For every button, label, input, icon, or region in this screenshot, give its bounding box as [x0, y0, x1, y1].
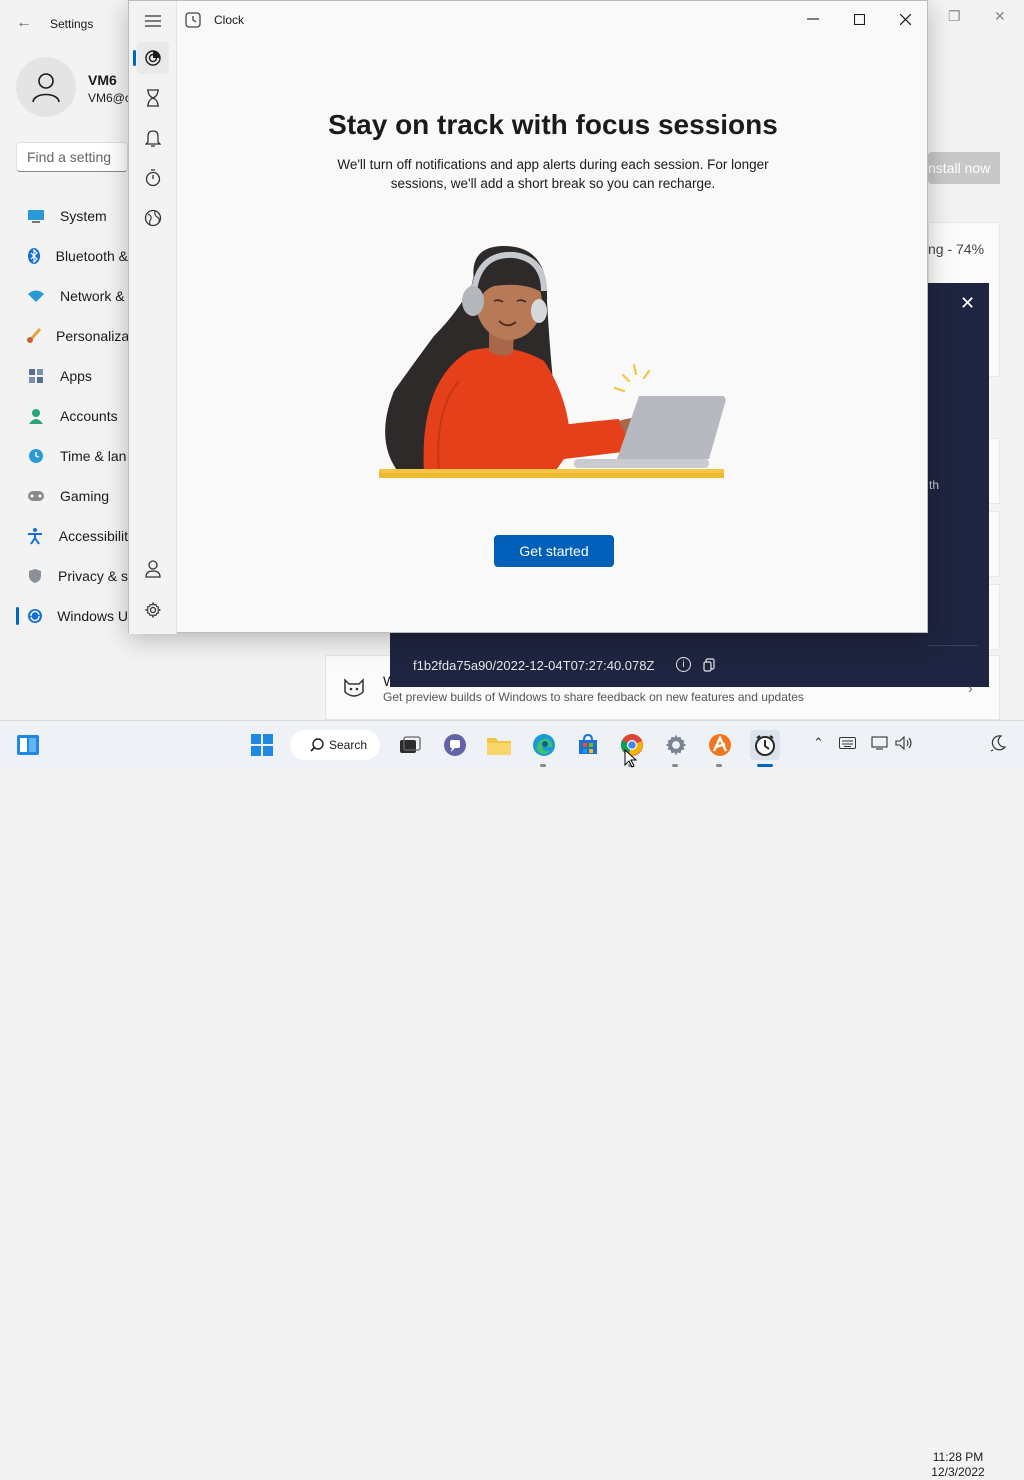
- account-icon[interactable]: [137, 553, 169, 585]
- insider-description: Get preview builds of Windows to share f…: [383, 690, 804, 704]
- controller-icon: [26, 486, 46, 506]
- nav-label: Accounts: [60, 408, 118, 424]
- running-indicator: [540, 764, 546, 767]
- teams-chat-icon[interactable]: [441, 731, 469, 759]
- copy-icon[interactable]: [703, 658, 715, 672]
- volume-icon[interactable]: [895, 735, 913, 753]
- avatar[interactable]: [16, 57, 76, 117]
- date-text: 12/3/2022: [931, 1465, 985, 1479]
- focus-illustration: [379, 246, 726, 478]
- focus-moon-icon[interactable]: [990, 734, 1007, 755]
- minimize-icon[interactable]: [798, 9, 828, 29]
- taskbar-clock[interactable]: 11:28 PM 12/3/2022: [928, 1450, 988, 1480]
- window-title: Clock: [214, 13, 245, 27]
- back-arrow-icon[interactable]: ←: [16, 14, 32, 32]
- running-indicator: [716, 764, 722, 767]
- chevron-up-icon[interactable]: ⌃: [813, 735, 824, 751]
- time-language-icon: [26, 446, 46, 466]
- nav-item-network[interactable]: Network &: [16, 276, 128, 316]
- insider-cat-icon: [343, 678, 365, 703]
- install-now-button[interactable]: nstall now: [928, 152, 1000, 184]
- nav-label: Gaming: [60, 488, 110, 504]
- nav-label: Accessibilit: [58, 528, 128, 544]
- user-name: VM6: [88, 72, 117, 88]
- nav-item-personalization[interactable]: Personaliza: [16, 316, 128, 356]
- settings-nav: System Bluetooth & Network & Personaliza…: [16, 196, 128, 636]
- taskbar-search[interactable]: Search: [290, 730, 380, 760]
- accounts-icon: [26, 406, 46, 426]
- info-icon[interactable]: i: [676, 657, 691, 672]
- network-icon[interactable]: [871, 736, 888, 753]
- download-progress: ng - 74%: [928, 241, 985, 257]
- nav-item-system[interactable]: System: [16, 196, 128, 236]
- brush-icon: [26, 326, 42, 346]
- settings-icon[interactable]: [137, 594, 169, 626]
- restore-icon[interactable]: ❐: [948, 8, 961, 25]
- focus-sessions-icon[interactable]: [133, 42, 169, 74]
- apps-icon: [26, 366, 46, 386]
- bluetooth-icon: [26, 246, 42, 266]
- close-icon[interactable]: ✕: [994, 8, 1006, 25]
- nav-label: Windows U: [57, 608, 128, 624]
- close-icon[interactable]: ✕: [960, 293, 975, 314]
- start-icon[interactable]: [248, 731, 276, 759]
- store-icon[interactable]: [574, 731, 602, 759]
- taskbar: Search ⌃ 11:28 PM 12/3/2022: [0, 720, 1024, 1479]
- nav-item-windows-update[interactable]: Windows U: [16, 596, 128, 636]
- file-explorer-icon[interactable]: [485, 731, 513, 759]
- clock-app-icon[interactable]: [750, 730, 780, 760]
- search-icon: [310, 738, 324, 752]
- nav-item-accessibility[interactable]: Accessibilit: [16, 516, 128, 556]
- nav-label: Network &: [60, 288, 125, 304]
- nav-item-apps[interactable]: Apps: [16, 356, 128, 396]
- close-icon[interactable]: [890, 9, 920, 29]
- nav-item-privacy[interactable]: Privacy & s: [16, 556, 128, 596]
- windows-update-icon: [26, 606, 43, 626]
- mouse-cursor-icon: [624, 749, 638, 768]
- edge-icon[interactable]: [530, 731, 558, 759]
- shield-icon: [26, 566, 44, 586]
- hamburger-menu-icon[interactable]: [137, 5, 169, 37]
- nav-label: Personaliza: [56, 328, 128, 344]
- settings-title: Settings: [50, 17, 94, 31]
- task-view-icon[interactable]: [396, 731, 424, 759]
- find-setting-input[interactable]: Find a setting: [16, 142, 128, 172]
- session-id: f1b2fda75a90/2022-12-04T07:27:40.078Z: [413, 658, 655, 673]
- person-icon: [32, 73, 60, 103]
- nav-label: System: [60, 208, 107, 224]
- nav-item-bluetooth[interactable]: Bluetooth &: [16, 236, 128, 276]
- time-text: 11:28 PM: [932, 1450, 984, 1464]
- avast-icon[interactable]: [706, 731, 734, 759]
- world-clock-icon[interactable]: [137, 202, 169, 234]
- nav-label: Time & lan: [60, 448, 127, 464]
- nav-label: Apps: [60, 368, 92, 384]
- alarm-icon[interactable]: [137, 122, 169, 154]
- stopwatch-icon[interactable]: [137, 162, 169, 194]
- user-email: VM6@c: [88, 91, 131, 105]
- nav-label: Bluetooth &: [55, 248, 128, 264]
- active-indicator: [757, 764, 773, 767]
- keyboard-icon[interactable]: [839, 737, 856, 752]
- nav-item-accounts[interactable]: Accounts: [16, 396, 128, 436]
- nav-item-gaming[interactable]: Gaming: [16, 476, 128, 516]
- focus-description: We'll turn off notifications and app ale…: [337, 157, 769, 191]
- maximize-icon[interactable]: [844, 9, 874, 29]
- divider: [928, 645, 978, 646]
- settings-app-icon[interactable]: [662, 731, 690, 759]
- clock-app-icon: [185, 12, 201, 33]
- wifi-icon: [26, 286, 46, 306]
- clock-nav-rail: [129, 1, 177, 634]
- clock-window: Clock Stay on track with focus sessions …: [128, 0, 928, 634]
- nav-label: Privacy & s: [57, 568, 128, 584]
- focus-heading: Stay on track with focus sessions: [328, 109, 778, 140]
- get-started-button[interactable]: Get started: [494, 535, 614, 567]
- search-label: Search: [329, 738, 368, 752]
- monitor-icon: [26, 206, 46, 226]
- widgets-icon[interactable]: [14, 731, 42, 759]
- running-indicator: [672, 764, 678, 767]
- timer-icon[interactable]: [137, 82, 169, 114]
- accessibility-icon: [26, 526, 45, 546]
- dialog-partial-text: th: [929, 478, 940, 492]
- nav-item-time-language[interactable]: Time & lan: [16, 436, 128, 476]
